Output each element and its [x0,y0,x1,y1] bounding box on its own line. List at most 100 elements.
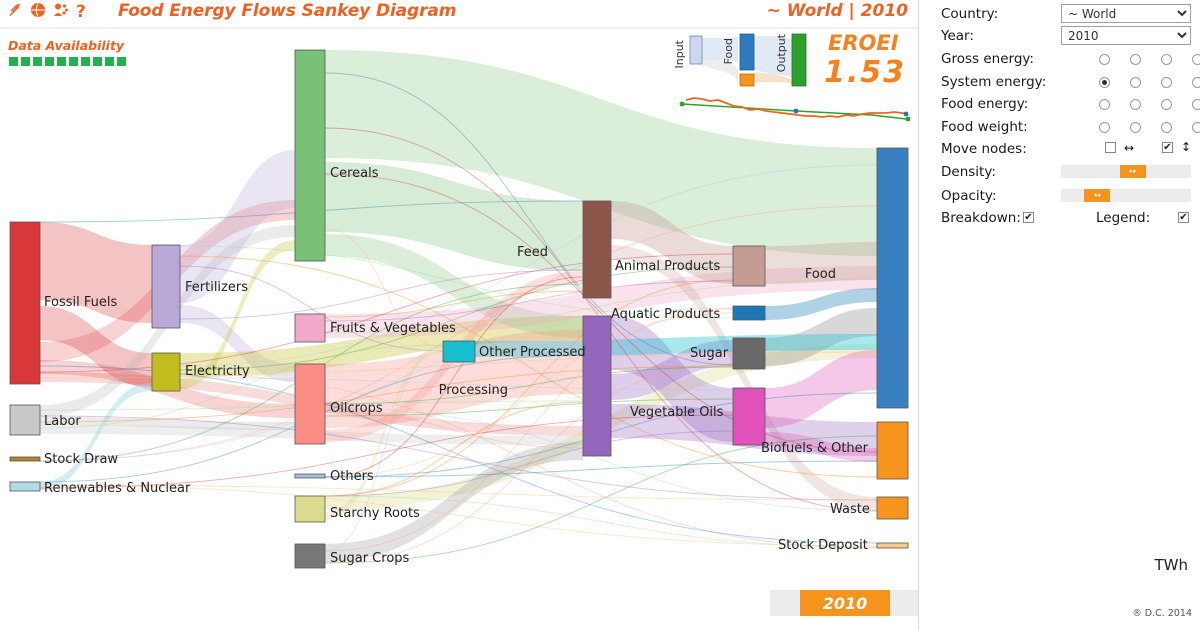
sankey-node-renewables-nuclear[interactable] [9,481,41,492]
metric-radio-0[interactable] [1099,76,1110,88]
country-row: Country: ~ World [919,4,1200,26]
year-select[interactable]: 2010 [1061,26,1191,45]
sankey-node-oilcrops[interactable] [294,363,326,445]
move-vertical-checkbox[interactable]: ✔ [1162,142,1173,153]
breakdown-label: Breakdown: [941,210,1021,226]
unit-label: TWh [1154,556,1188,574]
sankey-label-feed: Feed [516,245,548,260]
metric-row-food-energy: Food energy: [919,95,1200,117]
metric-radio-3[interactable] [1192,76,1200,88]
sankey-node-biofuels-other[interactable] [876,421,909,480]
sankey-node-other-processed[interactable] [442,340,476,363]
metric-radio-3[interactable] [1192,54,1200,65]
eroei-output-label: Output [775,34,788,73]
metric-radio-group [1099,54,1200,65]
sankey-label-renewables-nuclear: Renewables & Nuclear [44,481,191,496]
metric-label: Gross energy: [941,51,1034,67]
opacity-row: Opacity: ↔ [919,187,1200,209]
sankey-label-labor: Labor [44,414,81,429]
sankey-node-cereals[interactable] [294,49,326,262]
sankey-node-aquatic-products[interactable] [732,305,766,321]
year-row: Year: 2010 [919,26,1200,48]
metric-label: Food weight: [941,118,1028,135]
metric-radio-1[interactable] [1130,76,1141,88]
sankey-node-fruits-vegetables[interactable] [294,313,326,343]
eroei-sparkline [679,97,911,122]
sankey-label-fertilizers: Fertilizers [185,280,248,295]
metric-radio-1[interactable] [1130,54,1141,65]
eroei-food-label: Food [722,38,735,65]
sankey-node-others[interactable] [294,473,326,479]
metric-radio-1[interactable] [1130,121,1141,133]
opacity-slider-track[interactable]: ↔ [1061,189,1191,202]
sankey-label-waste: Waste [830,502,870,517]
move-horizontal-checkbox[interactable] [1105,142,1116,153]
year-slider-handle[interactable]: 2010 [800,590,890,616]
sankey-node-food[interactable] [876,147,909,409]
metric-radio-2[interactable] [1161,121,1172,133]
eroei-input-label: Input [673,40,686,69]
sankey-node-feed[interactable] [582,200,612,299]
metric-radio-group [1099,121,1200,133]
main-diagram-panel: ? Food Energy Flows Sankey Diagram ~ Wor… [0,0,918,630]
density-label: Density: [941,164,996,180]
sankey-label-sugar: Sugar [690,346,729,361]
sankey-label-cereals: Cereals [330,166,379,181]
sankey-node-processing[interactable] [582,315,612,457]
copyright-label: ® D.C. 2014 [1132,608,1192,619]
sankey-label-other-processed: Other Processed [479,345,586,360]
sankey-node-stock-draw[interactable] [9,456,41,462]
sankey-node-sugar-crops[interactable] [294,543,326,569]
year-label: Year: [941,28,974,44]
sankey-node-stock-deposit[interactable] [876,542,909,549]
sankey-label-stock-draw: Stock Draw [44,452,119,467]
sankey-node-vegetable-oils[interactable] [732,387,766,446]
country-label: Country: [941,6,999,22]
metric-label: System energy: [941,73,1047,90]
sankey-label-biofuels-other: Biofuels & Other [761,441,868,456]
eroei-label: EROEI [828,31,899,55]
eroei-value: 1.53 [824,55,907,90]
metric-radio-0[interactable] [1099,54,1110,65]
sankey-node-starchy-roots[interactable] [294,495,326,523]
sankey-label-food: Food [804,267,836,282]
breakdown-legend-row: Breakdown: ✔ Legend: ✔ [919,209,1200,231]
move-nodes-row: Move nodes: ↔ ✔ ↕ [919,140,1200,162]
density-slider-track[interactable]: ↔ [1061,165,1191,178]
sankey-node-sugar[interactable] [732,337,766,370]
legend-toggle-label: Legend: [1096,210,1151,226]
metric-label: Food energy: [941,96,1029,112]
sankey-label-stock-deposit: Stock Deposit [778,538,868,553]
eroei-mini-sankey [689,33,807,87]
sankey-label-oilcrops: Oilcrops [330,401,383,416]
control-panel: Country: ~ World Year: 2010 Gross energy… [918,0,1200,630]
breakdown-checkbox[interactable]: ✔ [1023,212,1034,223]
metric-row-food-weight: Food weight: [919,118,1200,140]
metric-radio-0[interactable] [1099,121,1110,133]
metric-radio-2[interactable] [1161,99,1172,110]
metric-row-gross-energy: Gross energy: [919,50,1200,72]
metric-radio-3[interactable] [1192,121,1200,133]
sankey-label-starchy-roots: Starchy Roots [330,506,420,521]
metric-radio-group [1099,76,1200,88]
sankey-node-labor[interactable] [9,404,41,436]
sankey-label-others: Others [330,469,374,484]
metric-radio-0[interactable] [1099,99,1110,110]
metric-radio-3[interactable] [1192,99,1200,110]
opacity-label: Opacity: [941,188,997,204]
opacity-slider-handle[interactable]: ↔ [1084,189,1111,202]
density-slider-handle[interactable]: ↔ [1119,165,1146,178]
sankey-label-electricity: Electricity [185,364,250,379]
legend-checkbox[interactable]: ✔ [1178,212,1189,223]
density-row: Density: ↔ [919,163,1200,185]
sankey-node-waste[interactable] [876,496,909,520]
metric-radio-1[interactable] [1130,99,1141,110]
metric-row-system-energy: System energy: [919,73,1200,95]
metric-radio-2[interactable] [1161,54,1172,65]
country-select[interactable]: ~ World [1061,4,1191,23]
sankey-label-processing: Processing [438,383,508,398]
sankey-app: ? Food Energy Flows Sankey Diagram ~ Wor… [0,0,1200,630]
vertical-arrows-icon: ↕ [1181,140,1192,154]
sankey-label-fossil-fuels: Fossil Fuels [44,295,118,310]
metric-radio-2[interactable] [1161,76,1172,88]
